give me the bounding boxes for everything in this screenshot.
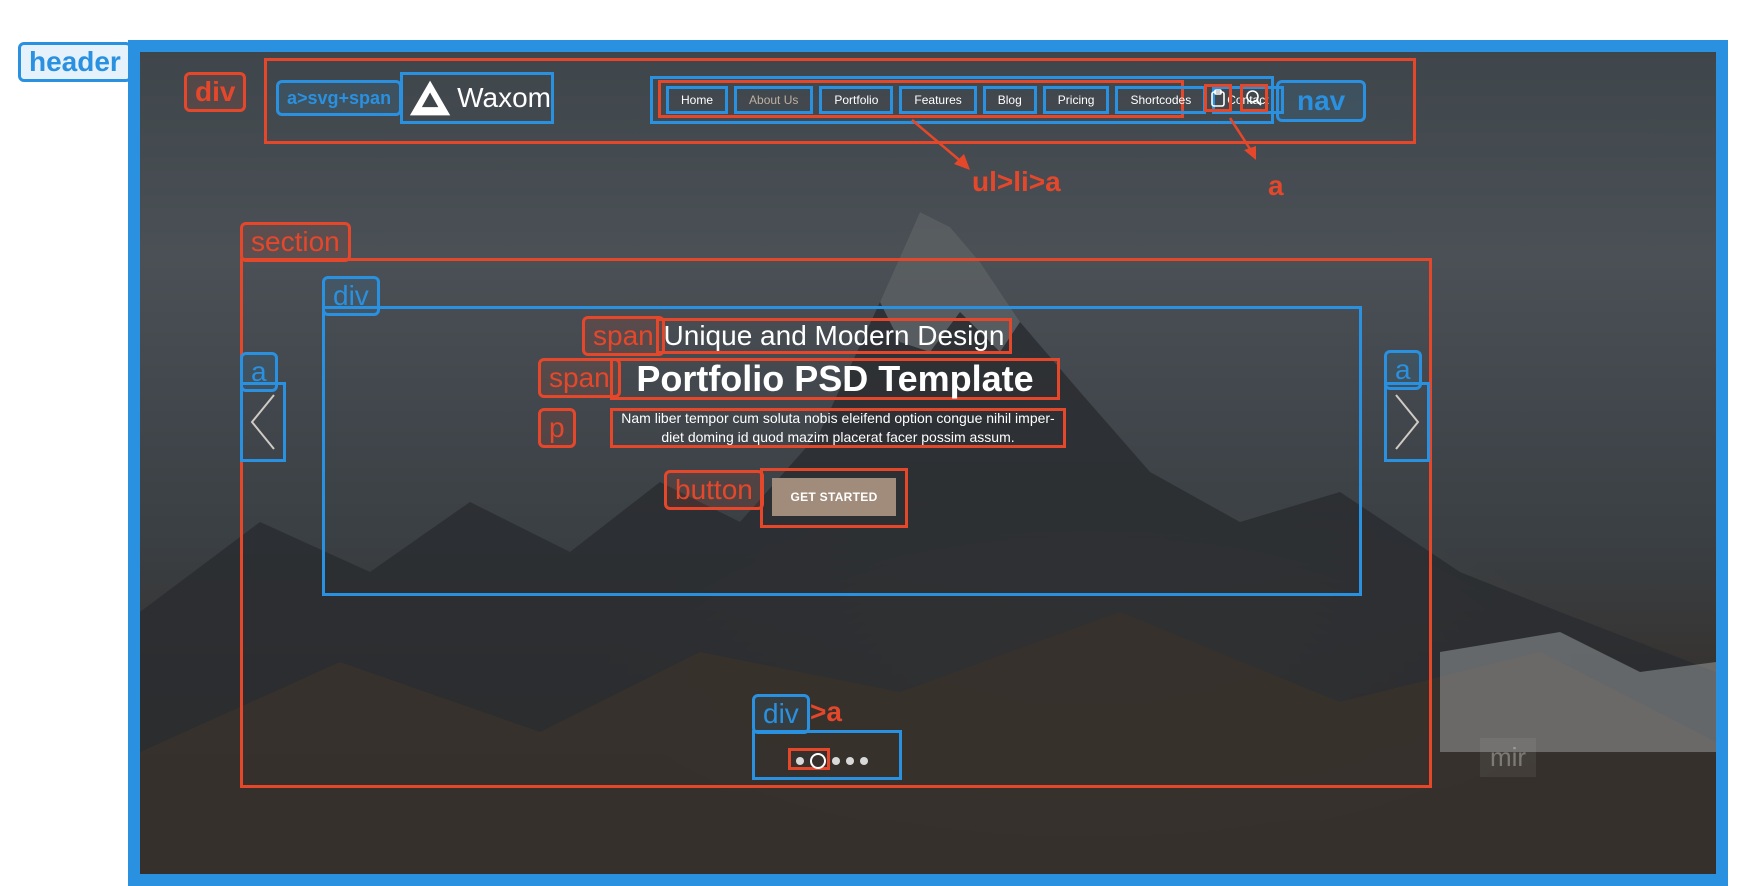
slider-dot-4[interactable] <box>846 757 854 765</box>
chevron-right-icon <box>1395 394 1420 450</box>
chevron-left-icon <box>250 394 275 450</box>
header-annotation-label: header <box>18 42 132 82</box>
next-slide-link[interactable] <box>1384 382 1430 462</box>
menu-annotation-label: ul>li>a <box>972 166 1061 197</box>
icons-annotation-label: a <box>1268 170 1284 201</box>
prev-slide-link[interactable] <box>240 382 286 462</box>
slider-dots <box>796 753 868 769</box>
dots-annotation-label: div <box>752 694 810 734</box>
slider-dot-1[interactable] <box>796 757 804 765</box>
button-annotation-label: button <box>664 470 764 510</box>
header-frame: div a>svg+span Waxom Home About Us Portf… <box>128 40 1728 886</box>
hero-paragraph: Nam liber tempor cum soluta nobis eleife… <box>610 408 1066 448</box>
get-started-button[interactable]: GET STARTED <box>772 478 896 516</box>
slider-dot-5[interactable] <box>860 757 868 765</box>
hero-paragraph-line-1: Nam liber tempor cum soluta nobis eleife… <box>621 410 1055 426</box>
hero-subtitle: Unique and Modern Design <box>656 318 1012 354</box>
watermark: mir <box>1480 738 1537 777</box>
slider-dot-3[interactable] <box>832 757 840 765</box>
paragraph-annotation-label: p <box>538 408 576 448</box>
hero-title: Portfolio PSD Template <box>610 358 1060 400</box>
subtitle-annotation-label: span <box>582 316 665 356</box>
hero-paragraph-line-2: diet doming id quod mazim placerat facer… <box>661 429 1015 445</box>
slider-dot-2[interactable] <box>810 753 826 769</box>
section-annotation-label: section <box>240 222 351 262</box>
dots-annotation-suffix: >a <box>810 696 842 727</box>
title-annotation-label: span <box>538 358 621 398</box>
